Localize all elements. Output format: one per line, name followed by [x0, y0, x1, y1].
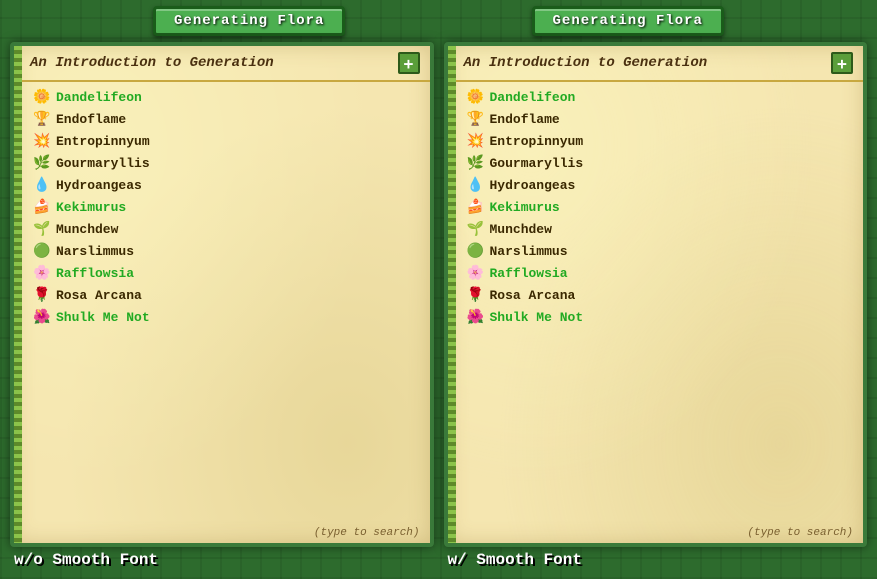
narslimmus-label: Narslimmus [56, 244, 134, 259]
dandelifeon-label: Dandelifeon [490, 90, 576, 105]
rosa-icon: 🌹 [466, 285, 486, 305]
right-panel-header: An Introduction to Generation + [448, 46, 864, 82]
kekimurus-label: Kekimurus [56, 200, 126, 215]
left-panel-title: An Introduction to Generation [30, 55, 398, 71]
left-search-hint: (type to search) [14, 525, 430, 543]
munchdew-label: Munchdew [56, 222, 118, 237]
list-item[interactable]: 🌼 Dandelifeon [30, 86, 422, 108]
narslimmus-label: Narslimmus [490, 244, 568, 259]
list-item[interactable]: 🌺 Shulk Me Not [464, 306, 856, 328]
right-plus-button[interactable]: + [831, 52, 853, 74]
list-item[interactable]: 🍰 Kekimurus [464, 196, 856, 218]
rosa-icon: 🌹 [32, 285, 52, 305]
entropinnyum-icon: 💥 [466, 131, 486, 151]
list-item[interactable]: 💧 Hydroangeas [464, 174, 856, 196]
shulk-label: Shulk Me Not [490, 310, 584, 325]
dandelifeon-icon: 🌼 [32, 87, 52, 107]
right-panel: An Introduction to Generation + 🌼 Dandeli… [444, 42, 868, 547]
left-panel: An Introduction to Generation + 🌼 Dandeli… [10, 42, 434, 547]
list-item[interactable]: 🌿 Gourmaryllis [30, 152, 422, 174]
list-item[interactable]: 🌹 Rosa Arcana [464, 284, 856, 306]
list-item[interactable]: 🌺 Shulk Me Not [30, 306, 422, 328]
rafflowsia-icon: 🌸 [32, 263, 52, 283]
left-panel-header: An Introduction to Generation + [14, 46, 430, 82]
list-item[interactable]: 🏆 Endoflame [30, 108, 422, 130]
hydroangeas-icon: 💧 [466, 175, 486, 195]
rafflowsia-label: Rafflowsia [490, 266, 568, 281]
list-item[interactable]: 🌹 Rosa Arcana [30, 284, 422, 306]
endoflame-icon: 🏆 [32, 109, 52, 129]
kekimurus-icon: 🍰 [466, 197, 486, 217]
gourmaryllis-icon: 🌿 [32, 153, 52, 173]
list-item[interactable]: 🌿 Gourmaryllis [464, 152, 856, 174]
gourmaryllis-label: Gourmaryllis [490, 156, 584, 171]
list-item[interactable]: 🏆 Endoflame [464, 108, 856, 130]
rosa-label: Rosa Arcana [490, 288, 576, 303]
hydroangeas-icon: 💧 [32, 175, 52, 195]
hydroangeas-label: Hydroangeas [490, 178, 576, 193]
right-panel-wrapper: An Introduction to Generation + 🌼 Dandeli… [444, 42, 868, 569]
right-bottom-label: w/ Smooth Font [444, 547, 868, 569]
list-item[interactable]: 💧 Hydroangeas [30, 174, 422, 196]
endoflame-label: Endoflame [490, 112, 560, 127]
list-item[interactable]: 🌱 Munchdew [30, 218, 422, 240]
entropinnyum-label: Entropinnyum [56, 134, 150, 149]
hydroangeas-label: Hydroangeas [56, 178, 142, 193]
endoflame-icon: 🏆 [466, 109, 486, 129]
narslimmus-icon: 🟢 [466, 241, 486, 261]
list-item[interactable]: 🌸 Rafflowsia [30, 262, 422, 284]
list-item[interactable]: 🟢 Narslimmus [464, 240, 856, 262]
list-item[interactable]: 💥 Entropinnyum [30, 130, 422, 152]
shulk-icon: 🌺 [466, 307, 486, 327]
right-panel-title: An Introduction to Generation [464, 55, 832, 71]
entropinnyum-label: Entropinnyum [490, 134, 584, 149]
left-plus-button[interactable]: + [398, 52, 420, 74]
munchdew-icon: 🌱 [32, 219, 52, 239]
endoflame-label: Endoflame [56, 112, 126, 127]
dandelifeon-label: Dandelifeon [56, 90, 142, 105]
rafflowsia-icon: 🌸 [466, 263, 486, 283]
gourmaryllis-icon: 🌿 [466, 153, 486, 173]
left-bottom-label: w/o Smooth Font [10, 547, 434, 569]
right-search-hint: (type to search) [448, 525, 864, 543]
rosa-label: Rosa Arcana [56, 288, 142, 303]
list-item[interactable]: 💥 Entropinnyum [464, 130, 856, 152]
dandelifeon-icon: 🌼 [466, 87, 486, 107]
list-item[interactable]: 🌸 Rafflowsia [464, 262, 856, 284]
list-item[interactable]: 🟢 Narslimmus [30, 240, 422, 262]
right-tab[interactable]: Generating Flora [532, 6, 724, 36]
right-item-list: 🌼 Dandelifeon 🏆 Endoflame 💥 Entropinnyum 🌿 Gour… [448, 82, 864, 525]
munchdew-label: Munchdew [490, 222, 552, 237]
panels-container: An Introduction to Generation + 🌼 Dandeli… [0, 42, 877, 579]
narslimmus-icon: 🟢 [32, 241, 52, 261]
list-item[interactable]: 🍰 Kekimurus [30, 196, 422, 218]
list-item[interactable]: 🌱 Munchdew [464, 218, 856, 240]
rafflowsia-label: Rafflowsia [56, 266, 134, 281]
left-panel-wrapper: An Introduction to Generation + 🌼 Dandeli… [10, 42, 434, 569]
kekimurus-label: Kekimurus [490, 200, 560, 215]
list-item[interactable]: 🌼 Dandelifeon [464, 86, 856, 108]
shulk-label: Shulk Me Not [56, 310, 150, 325]
left-tab[interactable]: Generating Flora [153, 6, 345, 36]
top-bar: Generating Flora Generating Flora [0, 0, 877, 42]
entropinnyum-icon: 💥 [32, 131, 52, 151]
kekimurus-icon: 🍰 [32, 197, 52, 217]
left-item-list: 🌼 Dandelifeon 🏆 Endoflame 💥 Entropinnyum 🌿 Gour… [14, 82, 430, 525]
shulk-icon: 🌺 [32, 307, 52, 327]
munchdew-icon: 🌱 [466, 219, 486, 239]
gourmaryllis-label: Gourmaryllis [56, 156, 150, 171]
